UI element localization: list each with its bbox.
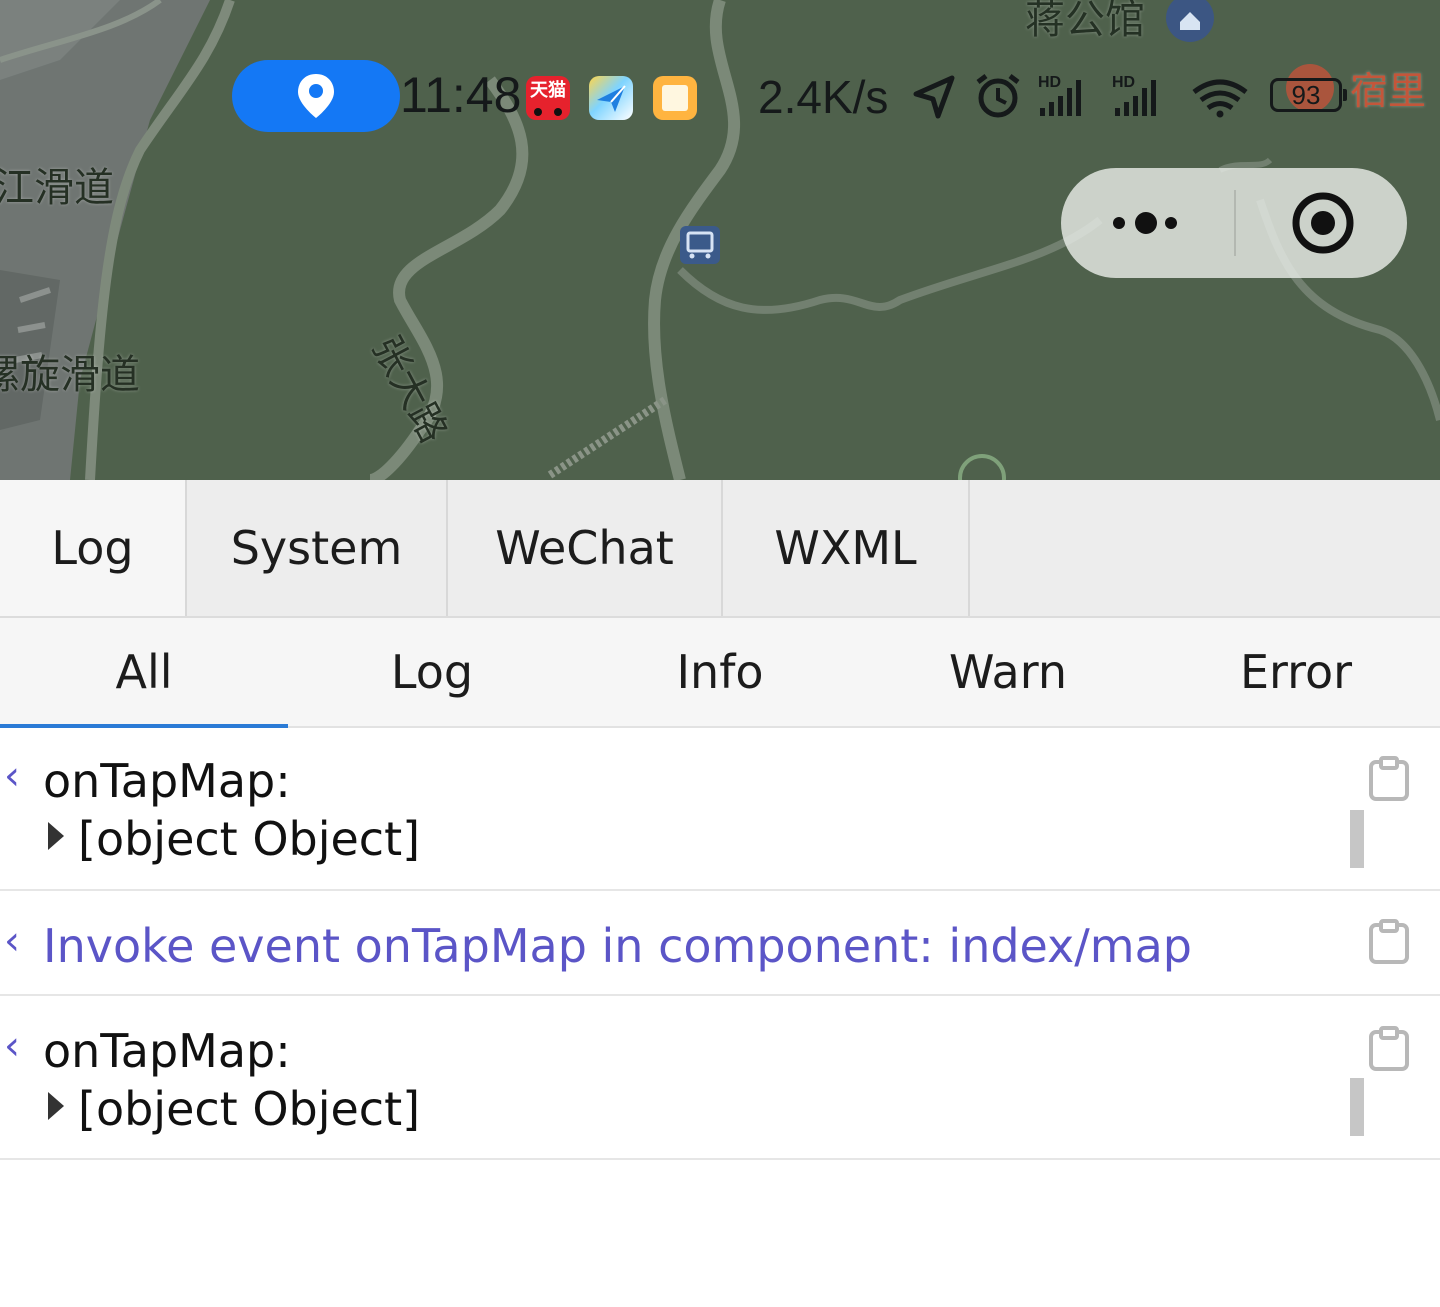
filter-log[interactable]: Log — [288, 618, 576, 726]
map-label-poi-top: 蒋公馆 — [1025, 0, 1145, 43]
navigation-arrow-icon — [913, 75, 955, 119]
log-arrow-icon: ‹ — [4, 1023, 20, 1069]
log-object[interactable]: [object Object] — [78, 1086, 420, 1132]
flyer-app-icon — [589, 76, 633, 120]
hd-tag-1: HD — [1038, 74, 1062, 91]
expand-caret-icon[interactable] — [48, 1092, 64, 1120]
battery-level: 93 — [1291, 80, 1321, 110]
tab-log[interactable]: Log — [0, 480, 187, 616]
status-time: 11:48 — [400, 67, 522, 123]
scroll-indicator — [1350, 1078, 1364, 1136]
alarm-icon — [976, 74, 1020, 118]
log-entry[interactable]: ‹ onTapMap: [object Object] — [0, 996, 1440, 1160]
capsule-divider — [1234, 190, 1236, 256]
scroll-indicator — [1350, 810, 1364, 868]
filter-all[interactable]: All — [0, 618, 288, 728]
tab-system[interactable]: System — [187, 480, 448, 616]
tmall-app-icon: 天猫 — [526, 76, 570, 120]
log-message: onTapMap: — [43, 1024, 291, 1078]
vconsole-tabbar: Log System WeChat WXML — [0, 480, 1440, 618]
log-object[interactable]: [object Object] — [78, 816, 420, 862]
status-bar: 11:48 天猫 2.4K/s HD HD 93 — [0, 56, 1440, 136]
target-circle-icon[interactable] — [1291, 191, 1355, 255]
log-message: onTapMap: — [43, 754, 291, 808]
log-arrow-icon: ‹ — [4, 918, 20, 964]
expand-caret-icon[interactable] — [48, 822, 64, 850]
notes-app-icon — [653, 76, 697, 120]
map-label-slide-lane: 江滑道 — [0, 165, 114, 211]
copy-icon[interactable] — [1368, 1026, 1410, 1072]
tab-wxml[interactable]: WXML — [723, 480, 970, 616]
vconsole-panel: Log System WeChat WXML All Log Info Warn… — [0, 480, 1440, 1307]
location-pill[interactable] — [232, 60, 400, 132]
status-icons — [913, 74, 1248, 119]
filter-info[interactable]: Info — [576, 618, 864, 726]
filter-error[interactable]: Error — [1152, 618, 1440, 726]
mini-program-capsule — [1061, 168, 1407, 278]
filter-warn[interactable]: Warn — [864, 618, 1152, 726]
wifi-icon — [1192, 79, 1248, 118]
copy-icon[interactable] — [1368, 756, 1410, 802]
location-pin-icon — [298, 74, 334, 118]
log-entry[interactable]: ‹ onTapMap: [object Object] — [0, 728, 1440, 891]
hd-tag-2: HD — [1112, 74, 1136, 91]
more-dots-icon[interactable] — [1113, 212, 1183, 234]
network-speed: 2.4K/s — [758, 71, 889, 123]
log-message-info: Invoke event onTapMap in component: inde… — [43, 919, 1192, 973]
log-filter-bar: All Log Info Warn Error — [0, 618, 1440, 728]
map-label-spiral-lane: 螺旋滑道 — [0, 352, 140, 398]
tab-wechat[interactable]: WeChat — [448, 480, 723, 616]
log-entry[interactable]: ‹ Invoke event onTapMap in component: in… — [0, 891, 1440, 996]
log-arrow-icon: ‹ — [4, 753, 20, 799]
copy-icon[interactable] — [1368, 919, 1410, 965]
battery-icon: 93 — [1270, 78, 1347, 112]
tmall-icon-text: 天猫 — [530, 80, 566, 101]
